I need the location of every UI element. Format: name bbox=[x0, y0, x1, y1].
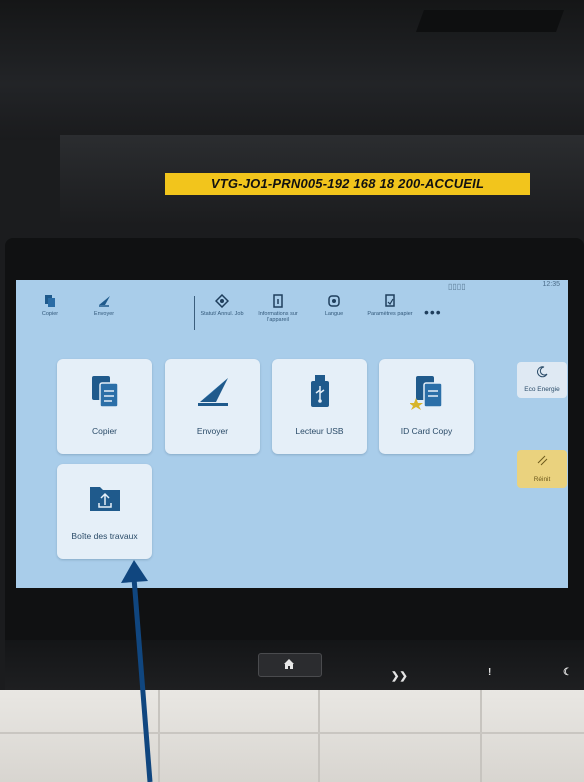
annotation-arrow bbox=[121, 560, 153, 782]
